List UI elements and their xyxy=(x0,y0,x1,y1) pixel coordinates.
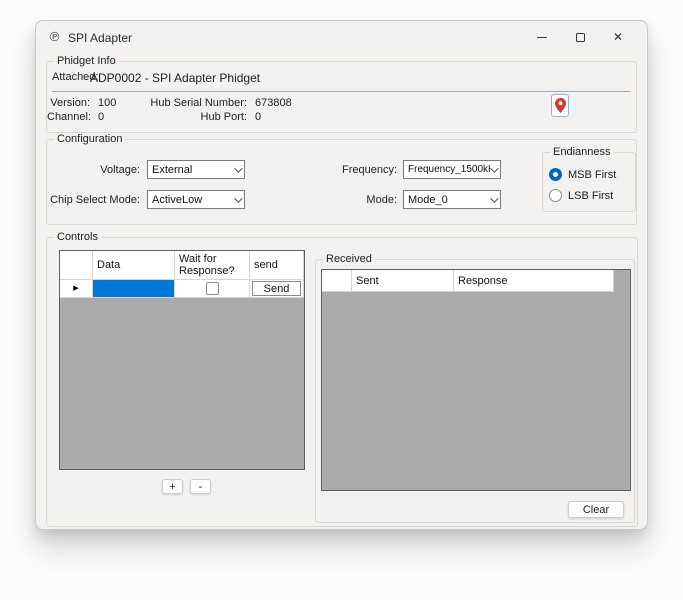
mode-value: Mode_0 xyxy=(408,194,490,206)
controls-label: Controls xyxy=(54,231,101,244)
received-label: Received xyxy=(323,253,375,266)
hub-serial-label: Hub Serial Number: xyxy=(107,97,247,109)
endianness-label: Endianness xyxy=(550,146,614,159)
maximize-button[interactable] xyxy=(561,21,599,53)
lsb-first-radio[interactable]: LSB First xyxy=(549,189,613,202)
phidget-info-group: Phidget Info Attached: ADP0002 - SPI Ada… xyxy=(46,61,637,133)
title-bar[interactable]: ℗ SPI Adapter ✕ xyxy=(36,21,647,53)
wait-for-response-column-header[interactable]: Wait for Response? xyxy=(175,251,250,280)
sent-column-header[interactable]: Sent xyxy=(352,270,454,292)
chevron-down-icon xyxy=(234,164,242,172)
table-row: ▶ Send xyxy=(60,280,304,298)
chip-select-mode-select[interactable]: ActiveLow xyxy=(147,190,245,209)
row-selector[interactable]: ▶ xyxy=(60,280,93,298)
send-data-grid[interactable]: Data Wait for Response? send ▶ Send xyxy=(59,250,305,470)
channel-label: Channel: xyxy=(47,111,90,123)
hub-port-label: Hub Port: xyxy=(107,111,247,123)
chip-select-mode-label: Chip Select Mode: xyxy=(47,194,140,206)
clear-button[interactable]: Clear xyxy=(568,501,624,518)
current-row-arrow-icon: ▶ xyxy=(73,285,78,292)
phidget-info-label: Phidget Info xyxy=(54,55,119,68)
data-column-header[interactable]: Data xyxy=(93,251,175,280)
chevron-down-icon xyxy=(490,164,498,172)
locate-button[interactable] xyxy=(551,94,569,117)
close-button[interactable]: ✕ xyxy=(599,21,637,53)
grid-corner-header xyxy=(322,270,352,292)
chevron-down-icon xyxy=(490,194,498,202)
wait-for-response-cell xyxy=(175,280,250,298)
empty-grid-area xyxy=(60,298,304,469)
received-group: Received Sent Response Clear xyxy=(315,259,635,523)
radio-unselected-icon xyxy=(549,189,562,202)
msb-first-radio[interactable]: MSB First xyxy=(549,168,616,181)
chevron-down-icon xyxy=(234,194,242,202)
send-cell: Send xyxy=(250,280,304,298)
frequency-select[interactable]: Frequency_1500kHz xyxy=(403,160,501,179)
header-filler xyxy=(614,270,630,292)
controls-group: Controls Data Wait for Response? send ▶ … xyxy=(46,237,638,527)
phidgets-logo-icon: ℗ xyxy=(47,29,62,44)
hub-serial-value: 673808 xyxy=(255,97,292,109)
send-button[interactable]: Send xyxy=(252,281,301,296)
info-separator xyxy=(52,91,630,92)
window-title: SPI Adapter xyxy=(68,31,132,45)
empty-grid-area xyxy=(322,292,630,490)
close-icon: ✕ xyxy=(613,31,623,43)
spi-adapter-window: ℗ SPI Adapter ✕ Phidget Info Attached: A… xyxy=(35,20,648,530)
response-column-header[interactable]: Response xyxy=(454,270,614,292)
chip-select-mode-value: ActiveLow xyxy=(152,194,234,206)
send-column-header[interactable]: send xyxy=(250,251,304,280)
msb-first-label: MSB First xyxy=(568,169,616,181)
channel-value: 0 xyxy=(98,111,104,123)
add-row-button[interactable]: + xyxy=(162,479,183,494)
grid-corner-header xyxy=(60,251,93,280)
voltage-select[interactable]: External xyxy=(147,160,245,179)
configuration-label: Configuration xyxy=(54,133,125,146)
lsb-first-label: LSB First xyxy=(568,190,613,202)
configuration-group: Configuration Voltage: External Chip Sel… xyxy=(46,139,637,225)
map-pin-icon xyxy=(555,98,566,113)
version-label: Version: xyxy=(47,97,90,109)
frequency-label: Frequency: xyxy=(297,164,397,176)
endianness-group: Endianness MSB First LSB First xyxy=(542,152,636,212)
data-cell-input[interactable] xyxy=(93,280,175,298)
minimize-button[interactable] xyxy=(523,21,561,53)
remove-row-button[interactable]: - xyxy=(190,479,211,494)
mode-label: Mode: xyxy=(297,194,397,206)
frequency-value: Frequency_1500kHz xyxy=(408,164,490,175)
radio-selected-icon xyxy=(549,168,562,181)
minimize-icon xyxy=(537,37,547,38)
received-grid[interactable]: Sent Response xyxy=(321,269,631,491)
maximize-icon xyxy=(576,33,585,42)
wait-for-response-checkbox[interactable] xyxy=(206,282,219,295)
voltage-value: External xyxy=(152,164,234,176)
attached-value: ADP0002 - SPI Adapter Phidget xyxy=(90,71,260,85)
voltage-label: Voltage: xyxy=(47,164,140,176)
hub-port-value: 0 xyxy=(255,111,261,123)
mode-select[interactable]: Mode_0 xyxy=(403,190,501,209)
